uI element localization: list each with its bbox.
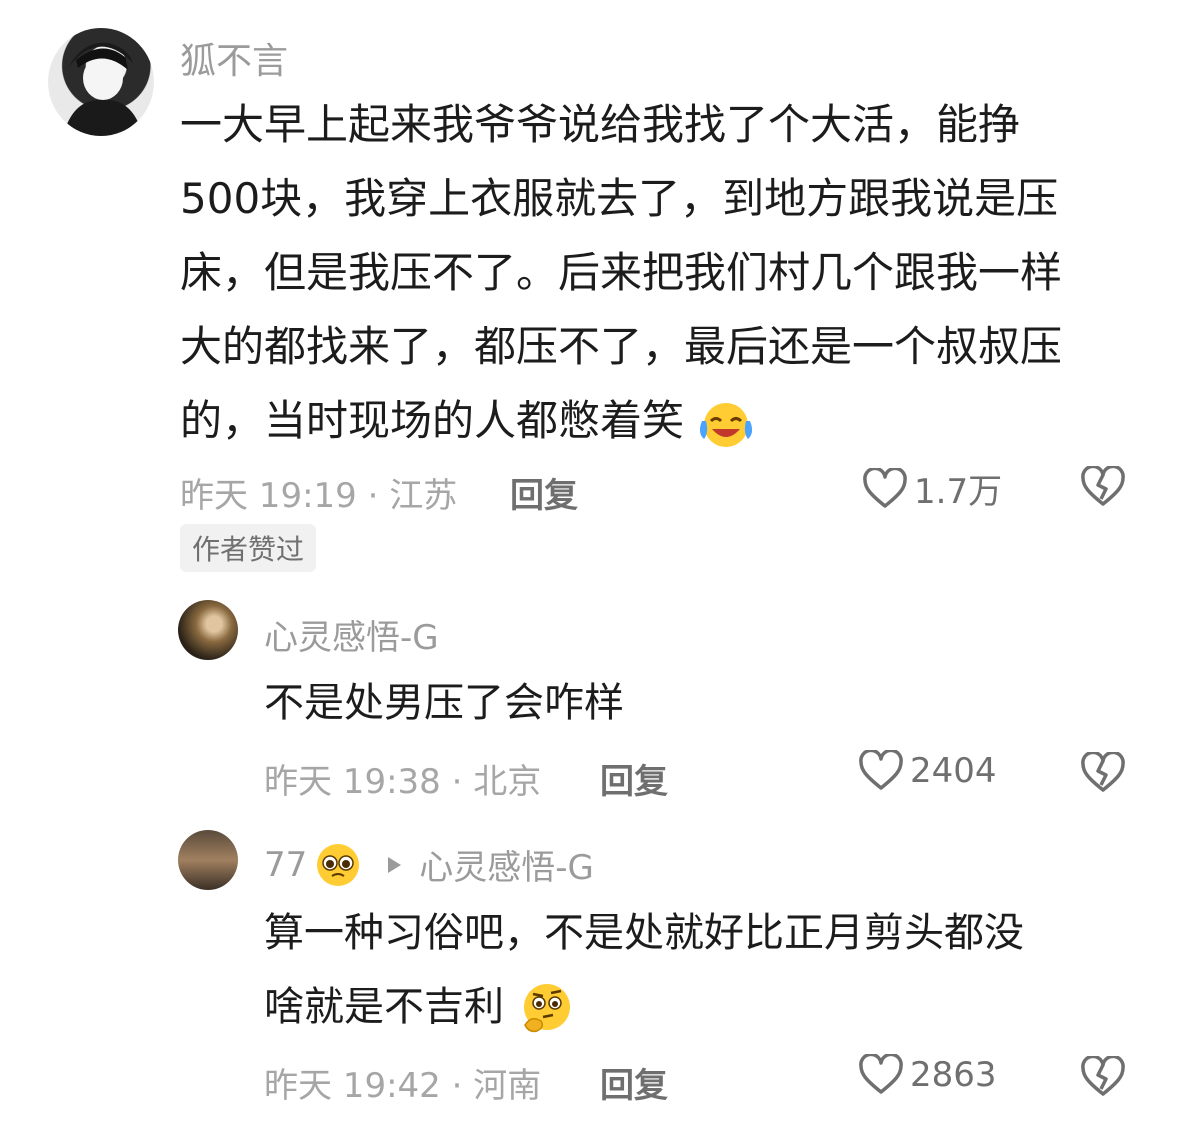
comment-text-last-line: 的，当时现场的人都憋着笑 [180,384,1140,458]
comment-text-line: 大的都找来了，都压不了，最后还是一个叔叔压 [180,322,1063,371]
username[interactable]: 心灵感悟-G [264,610,439,659]
dislike-button[interactable] [1080,464,1126,512]
dislike-button[interactable] [1080,750,1126,798]
reply-button[interactable]: 回复 [510,468,578,517]
comment-text-line: 500块，我穿上衣服就去了，到地方跟我说是压 [180,174,1059,223]
broken-heart-icon [1081,750,1125,792]
avatar-anime-figure [63,42,143,136]
username[interactable]: 狐不言 [180,32,288,84]
like-button[interactable]: 1.7万 [862,464,1002,513]
like-count: 1.7万 [914,472,1003,512]
comment-text-line: 的，当时现场的人都憋着笑 [180,396,685,445]
username[interactable]: 77 [264,845,307,885]
reply-button[interactable]: 回复 [600,754,668,803]
comment-text-last-line: 啥就是不吉利 [264,970,1144,1044]
like-button[interactable]: 2404 [858,750,997,792]
comment-text-line: 床，但是我压不了。后来把我们村几个跟我一样 [180,248,1063,297]
pleading-face-emoji [317,843,360,886]
timestamp-location: 昨天 19:38 · 北京 [264,762,542,802]
heart-icon [859,750,903,790]
author-liked-badge: 作者赞过 [180,524,317,572]
reply-arrow-icon [388,856,402,873]
avatar[interactable] [178,830,238,890]
broken-heart-icon [1081,1054,1125,1096]
reply-to-username[interactable]: 心灵感悟-G [419,840,594,889]
heart-icon [863,467,907,508]
avatar[interactable] [178,600,238,660]
reply-button[interactable]: 回复 [600,1058,668,1107]
comment-text: 一大早上起来我爷爷说给我找了个大活，能挣 500块，我穿上衣服就去了，到地方跟我… [180,88,1140,458]
like-count: 2404 [910,751,997,791]
thinking-face-emoji [523,984,570,1033]
comment-text-line: 算一种习俗吧，不是处就好比正月剪头都没 [264,910,1024,956]
heart-icon [859,1054,903,1094]
comment-text-line: 不是处男压了会咋样 [264,680,624,726]
like-count: 2863 [910,1055,997,1095]
dislike-button[interactable] [1080,1054,1126,1102]
laughing-crying-emoji [700,402,753,447]
comment-text-line: 一大早上起来我爷爷说给我找了个大活，能挣 [180,100,1021,149]
like-button[interactable]: 2863 [858,1054,997,1096]
username-row: 77 心灵感悟-G [264,840,594,889]
broken-heart-icon [1081,464,1125,506]
timestamp-location: 昨天 19:19 · 江苏 [180,476,458,516]
comment-text-line: 啥就是不吉利 [264,984,504,1030]
comment-text: 不是处男压了会咋样 [264,666,1144,740]
avatar[interactable] [48,28,154,136]
comment-text: 算一种习俗吧，不是处就好比正月剪头都没 啥就是不吉利 [264,896,1144,1044]
timestamp-location: 昨天 19:42 · 河南 [264,1066,542,1106]
